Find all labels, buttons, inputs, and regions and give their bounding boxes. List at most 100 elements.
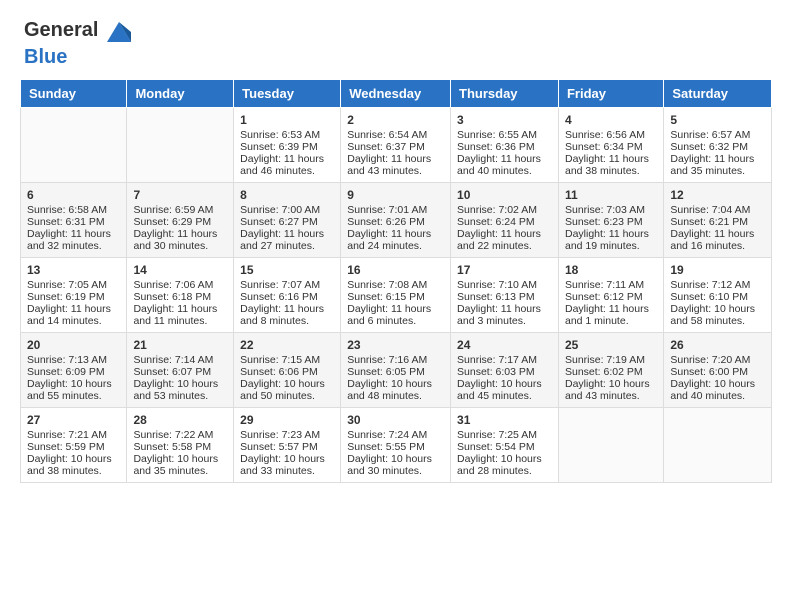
sunrise-text: Sunrise: 7:11 AM [565, 279, 657, 291]
sunset-text: Sunset: 6:16 PM [240, 291, 334, 303]
day-header-wednesday: Wednesday [341, 80, 451, 108]
day-number: 17 [457, 263, 552, 277]
day-cell: 10Sunrise: 7:02 AMSunset: 6:24 PMDayligh… [451, 183, 559, 258]
sunset-text: Sunset: 6:18 PM [133, 291, 227, 303]
sunrise-text: Sunrise: 7:10 AM [457, 279, 552, 291]
sunrise-text: Sunrise: 6:56 AM [565, 129, 657, 141]
day-cell: 4 Sunrise: 6:56 AMSunset: 6:34 PMDaylight… [558, 108, 663, 183]
day-header-monday: Monday [127, 80, 234, 108]
sunset-text: Sunset: 5:58 PM [133, 441, 227, 453]
day-number: 28 [133, 413, 227, 427]
day-cell [558, 408, 663, 483]
sunset-text: Sunset: 6:36 PM [457, 141, 552, 153]
daylight-text: Daylight: 11 hours and 11 minutes. [133, 303, 227, 327]
sunrise-text: Sunrise: 6:53 AM [240, 129, 334, 141]
logo-icon [105, 18, 133, 46]
sunrise-text: Sunrise: 7:13 AM [27, 354, 120, 366]
sunset-text: Sunset: 6:34 PM [565, 141, 657, 153]
day-cell: 21Sunrise: 7:14 AMSunset: 6:07 PMDayligh… [127, 333, 234, 408]
day-number: 25 [565, 338, 657, 352]
daylight-text: Daylight: 11 hours and 14 minutes. [27, 303, 120, 327]
sunrise-text: Sunrise: 7:02 AM [457, 204, 552, 216]
sunset-text: Sunset: 6:37 PM [347, 141, 444, 153]
sunset-text: Sunset: 6:19 PM [27, 291, 120, 303]
sunrise-text: Sunrise: 6:54 AM [347, 129, 444, 141]
day-header-friday: Friday [558, 80, 663, 108]
week-row-1: 1Sunrise: 6:53 AMSunset: 6:39 PMDaylight… [21, 108, 772, 183]
sunset-text: Sunset: 5:59 PM [27, 441, 120, 453]
calendar-table: SundayMondayTuesdayWednesdayThursdayFrid… [20, 79, 772, 483]
day-number: 20 [27, 338, 120, 352]
sunset-text: Sunset: 6:26 PM [347, 216, 444, 228]
day-number: 29 [240, 413, 334, 427]
day-cell: 30Sunrise: 7:24 AMSunset: 5:55 PMDayligh… [341, 408, 451, 483]
sunset-text: Sunset: 6:05 PM [347, 366, 444, 378]
day-number: 1 [240, 113, 334, 127]
daylight-text: Daylight: 11 hours and 38 minutes. [565, 153, 657, 177]
logo-general: General [24, 19, 98, 41]
day-cell: 24Sunrise: 7:17 AMSunset: 6:03 PMDayligh… [451, 333, 559, 408]
daylight-text: Daylight: 11 hours and 6 minutes. [347, 303, 444, 327]
day-cell: 25Sunrise: 7:19 AMSunset: 6:02 PMDayligh… [558, 333, 663, 408]
sunrise-text: Sunrise: 7:19 AM [565, 354, 657, 366]
day-number: 14 [133, 263, 227, 277]
sunrise-text: Sunrise: 7:00 AM [240, 204, 334, 216]
daylight-text: Daylight: 11 hours and 8 minutes. [240, 303, 334, 327]
day-cell: 6Sunrise: 6:58 AMSunset: 6:31 PMDaylight… [21, 183, 127, 258]
day-cell: 26Sunrise: 7:20 AMSunset: 6:00 PMDayligh… [664, 333, 772, 408]
daylight-text: Daylight: 10 hours and 53 minutes. [133, 378, 227, 402]
calendar-header-row: SundayMondayTuesdayWednesdayThursdayFrid… [21, 80, 772, 108]
day-cell: 18Sunrise: 7:11 AMSunset: 6:12 PMDayligh… [558, 258, 663, 333]
sunset-text: Sunset: 5:54 PM [457, 441, 552, 453]
day-cell [21, 108, 127, 183]
sunrise-text: Sunrise: 7:14 AM [133, 354, 227, 366]
day-header-saturday: Saturday [664, 80, 772, 108]
daylight-text: Daylight: 10 hours and 48 minutes. [347, 378, 444, 402]
daylight-text: Daylight: 11 hours and 19 minutes. [565, 228, 657, 252]
day-number: 2 [347, 113, 444, 127]
daylight-text: Daylight: 11 hours and 46 minutes. [240, 153, 334, 177]
day-header-thursday: Thursday [451, 80, 559, 108]
day-cell: 7Sunrise: 6:59 AMSunset: 6:29 PMDaylight… [127, 183, 234, 258]
sunrise-text: Sunrise: 7:01 AM [347, 204, 444, 216]
day-header-sunday: Sunday [21, 80, 127, 108]
day-cell: 14 Sunrise: 7:06 AMSunset: 6:18 PMDayligh… [127, 258, 234, 333]
sunset-text: Sunset: 5:57 PM [240, 441, 334, 453]
day-number: 18 [565, 263, 657, 277]
day-number: 31 [457, 413, 552, 427]
day-cell: 28Sunrise: 7:22 AMSunset: 5:58 PMDayligh… [127, 408, 234, 483]
sunset-text: Sunset: 6:00 PM [670, 366, 765, 378]
day-number: 23 [347, 338, 444, 352]
sunset-text: Sunset: 6:29 PM [133, 216, 227, 228]
daylight-text: Daylight: 10 hours and 50 minutes. [240, 378, 334, 402]
day-cell: 12Sunrise: 7:04 AMSunset: 6:21 PMDayligh… [664, 183, 772, 258]
day-number: 22 [240, 338, 334, 352]
day-cell [664, 408, 772, 483]
day-number: 12 [670, 188, 765, 202]
sunset-text: Sunset: 6:10 PM [670, 291, 765, 303]
day-cell: 23Sunrise: 7:16 AMSunset: 6:05 PMDayligh… [341, 333, 451, 408]
sunset-text: Sunset: 6:23 PM [565, 216, 657, 228]
sunrise-text: Sunrise: 6:58 AM [27, 204, 120, 216]
day-number: 19 [670, 263, 765, 277]
sunrise-text: Sunrise: 7:04 AM [670, 204, 765, 216]
sunset-text: Sunset: 6:24 PM [457, 216, 552, 228]
sunrise-text: Sunrise: 6:55 AM [457, 129, 552, 141]
day-cell: 1Sunrise: 6:53 AMSunset: 6:39 PMDaylight… [234, 108, 341, 183]
daylight-text: Daylight: 10 hours and 40 minutes. [670, 378, 765, 402]
day-number: 24 [457, 338, 552, 352]
day-cell: 27Sunrise: 7:21 AMSunset: 5:59 PMDayligh… [21, 408, 127, 483]
day-cell: 20Sunrise: 7:13 AMSunset: 6:09 PMDayligh… [21, 333, 127, 408]
week-row-2: 6Sunrise: 6:58 AMSunset: 6:31 PMDaylight… [21, 183, 772, 258]
week-row-4: 20Sunrise: 7:13 AMSunset: 6:09 PMDayligh… [21, 333, 772, 408]
sunset-text: Sunset: 6:27 PM [240, 216, 334, 228]
day-number: 27 [27, 413, 120, 427]
sunrise-text: Sunrise: 7:06 AM [133, 279, 227, 291]
sunrise-text: Sunrise: 7:15 AM [240, 354, 334, 366]
header: General Blue [0, 0, 792, 79]
sunrise-text: Sunrise: 6:57 AM [670, 129, 765, 141]
day-number: 4 [565, 113, 657, 127]
day-cell: 8Sunrise: 7:00 AMSunset: 6:27 PMDaylight… [234, 183, 341, 258]
sunset-text: Sunset: 6:12 PM [565, 291, 657, 303]
daylight-text: Daylight: 10 hours and 33 minutes. [240, 453, 334, 477]
